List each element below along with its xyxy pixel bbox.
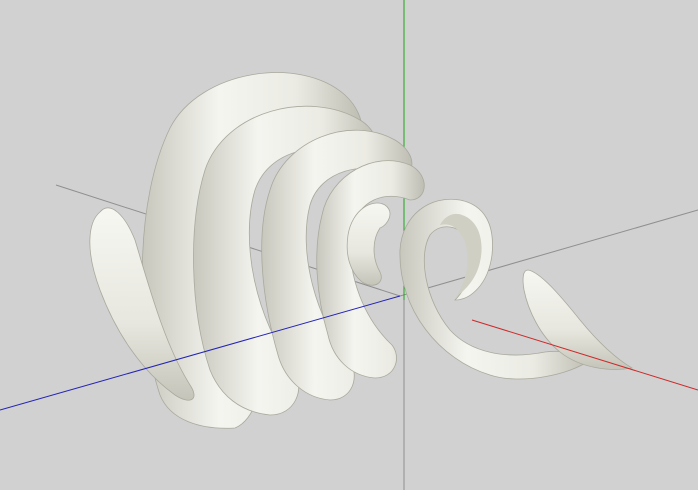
scene-canvas[interactable]: [0, 0, 698, 490]
spiral-shell[interactable]: [89, 72, 634, 429]
3d-viewport[interactable]: [0, 0, 698, 490]
